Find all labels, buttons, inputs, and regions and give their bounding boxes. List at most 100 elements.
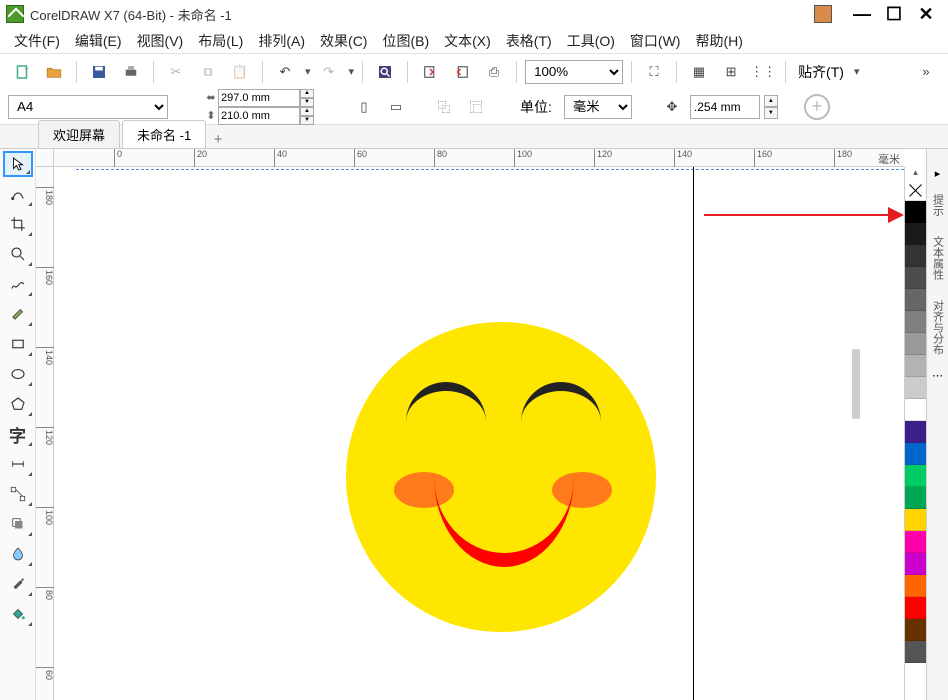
- smiley-face-object[interactable]: [346, 322, 656, 632]
- print-button[interactable]: [117, 58, 145, 86]
- color-swatch[interactable]: [905, 531, 926, 553]
- no-fill-swatch[interactable]: [905, 179, 926, 201]
- color-swatch[interactable]: [905, 201, 926, 223]
- color-swatch[interactable]: [905, 575, 926, 597]
- shape-tool[interactable]: [3, 181, 33, 207]
- polygon-tool[interactable]: [3, 391, 33, 417]
- units-select[interactable]: 毫米: [564, 95, 632, 119]
- color-swatch[interactable]: [905, 377, 926, 399]
- snap-guides-button[interactable]: ⋮⋮: [749, 58, 777, 86]
- user-badge-icon[interactable]: [814, 5, 832, 23]
- color-swatch[interactable]: [905, 267, 926, 289]
- zoom-tool[interactable]: [3, 241, 33, 267]
- canvas-area[interactable]: 毫米020406080100120140160180 1801601401201…: [36, 149, 904, 700]
- ruler-origin[interactable]: [36, 149, 54, 167]
- color-swatch[interactable]: [905, 553, 926, 575]
- color-swatch[interactable]: [905, 245, 926, 267]
- cut-button[interactable]: ✂: [162, 58, 190, 86]
- menu-item[interactable]: 位图(B): [376, 28, 435, 54]
- color-swatch[interactable]: [905, 289, 926, 311]
- text-tool[interactable]: 字: [3, 421, 33, 447]
- snap-dropdown-icon[interactable]: ▾: [854, 65, 860, 78]
- color-swatch[interactable]: [905, 311, 926, 333]
- copy-button[interactable]: ⧉: [194, 58, 222, 86]
- transparency-tool[interactable]: [3, 541, 33, 567]
- maximize-button[interactable]: ☐: [881, 4, 907, 24]
- crop-tool[interactable]: [3, 211, 33, 237]
- minimize-button[interactable]: —: [849, 4, 875, 24]
- undo-button[interactable]: ↶: [271, 58, 299, 86]
- menu-item[interactable]: 视图(V): [131, 28, 190, 54]
- menu-item[interactable]: 布局(L): [192, 28, 249, 54]
- portrait-button[interactable]: ▯: [350, 93, 378, 121]
- color-swatch[interactable]: [905, 399, 926, 421]
- snap-label[interactable]: 贴齐(T): [794, 62, 848, 82]
- docker-handle[interactable]: [852, 349, 860, 419]
- add-button[interactable]: +: [804, 94, 830, 120]
- menu-item[interactable]: 文本(X): [438, 28, 497, 54]
- nudge-spinner[interactable]: ▲▼: [764, 95, 778, 119]
- height-spinner[interactable]: ▲▼: [300, 107, 314, 125]
- page-height-input[interactable]: 210.0 mm: [218, 107, 300, 125]
- zoom-select[interactable]: 100%: [525, 60, 623, 84]
- docker-tab[interactable]: 对齐与分布: [928, 294, 948, 361]
- export-button[interactable]: [448, 58, 476, 86]
- color-swatch[interactable]: [905, 465, 926, 487]
- search-button[interactable]: [371, 58, 399, 86]
- publish-button[interactable]: ⎙: [480, 58, 508, 86]
- drawing-page[interactable]: [76, 167, 904, 700]
- import-button[interactable]: [416, 58, 444, 86]
- connector-tool[interactable]: [3, 481, 33, 507]
- page-width-input[interactable]: 297.0 mm: [218, 89, 300, 107]
- horizontal-ruler[interactable]: 毫米020406080100120140160180: [54, 149, 904, 167]
- docker-tab[interactable]: 提示: [928, 188, 948, 222]
- color-swatch[interactable]: [905, 421, 926, 443]
- color-swatch[interactable]: [905, 509, 926, 531]
- menu-item[interactable]: 工具(O): [561, 28, 621, 54]
- open-button[interactable]: [40, 58, 68, 86]
- nudge-input[interactable]: .254 mm: [690, 95, 760, 119]
- color-swatch[interactable]: [905, 443, 926, 465]
- paste-button[interactable]: 📋: [226, 58, 254, 86]
- menu-item[interactable]: 窗口(W): [624, 28, 687, 54]
- save-button[interactable]: [85, 58, 113, 86]
- snap-grid-button[interactable]: ⊞: [717, 58, 745, 86]
- redo-dropdown-icon[interactable]: ▾: [349, 65, 355, 78]
- close-button[interactable]: ✕: [913, 4, 939, 24]
- color-swatch[interactable]: [905, 641, 926, 663]
- menu-item[interactable]: 排列(A): [252, 28, 311, 54]
- color-swatch[interactable]: [905, 355, 926, 377]
- rectangle-tool[interactable]: [3, 331, 33, 357]
- redo-button[interactable]: ↷: [315, 58, 343, 86]
- palette-scroll-up-icon[interactable]: ▴: [905, 167, 926, 179]
- all-pages-button[interactable]: ⿻: [430, 93, 458, 121]
- add-tab-button[interactable]: +: [208, 130, 228, 148]
- menu-item[interactable]: 帮助(H): [689, 28, 748, 54]
- docker-tab[interactable]: 文本属性: [928, 230, 948, 286]
- current-page-button[interactable]: ⿸: [462, 93, 490, 121]
- eyedropper-tool[interactable]: [3, 571, 33, 597]
- docker-more-icon[interactable]: ⋯: [932, 369, 943, 382]
- menu-item[interactable]: 编辑(E): [69, 28, 128, 54]
- overflow-button[interactable]: »: [912, 58, 940, 86]
- new-button[interactable]: +: [8, 58, 36, 86]
- menu-item[interactable]: 效果(C): [314, 28, 373, 54]
- dimension-tool[interactable]: [3, 451, 33, 477]
- color-swatch[interactable]: [905, 487, 926, 509]
- width-spinner[interactable]: ▲▼: [300, 89, 314, 107]
- fullscreen-button[interactable]: ⛶: [640, 58, 668, 86]
- tab-document[interactable]: 未命名 -1: [122, 120, 206, 148]
- docker-expand-icon[interactable]: ▸: [935, 167, 941, 180]
- fill-tool[interactable]: [3, 601, 33, 627]
- color-swatch[interactable]: [905, 333, 926, 355]
- color-swatch[interactable]: [905, 597, 926, 619]
- vertical-ruler[interactable]: 1801601401201008060: [36, 167, 54, 700]
- ellipse-tool[interactable]: [3, 361, 33, 387]
- freehand-tool[interactable]: [3, 271, 33, 297]
- tab-welcome[interactable]: 欢迎屏幕: [38, 120, 120, 148]
- menu-item[interactable]: 表格(T): [500, 28, 558, 54]
- artistic-media-tool[interactable]: [3, 301, 33, 327]
- landscape-button[interactable]: ▭: [382, 93, 410, 121]
- pick-tool[interactable]: [3, 151, 33, 177]
- snap-options-button[interactable]: ▦: [685, 58, 713, 86]
